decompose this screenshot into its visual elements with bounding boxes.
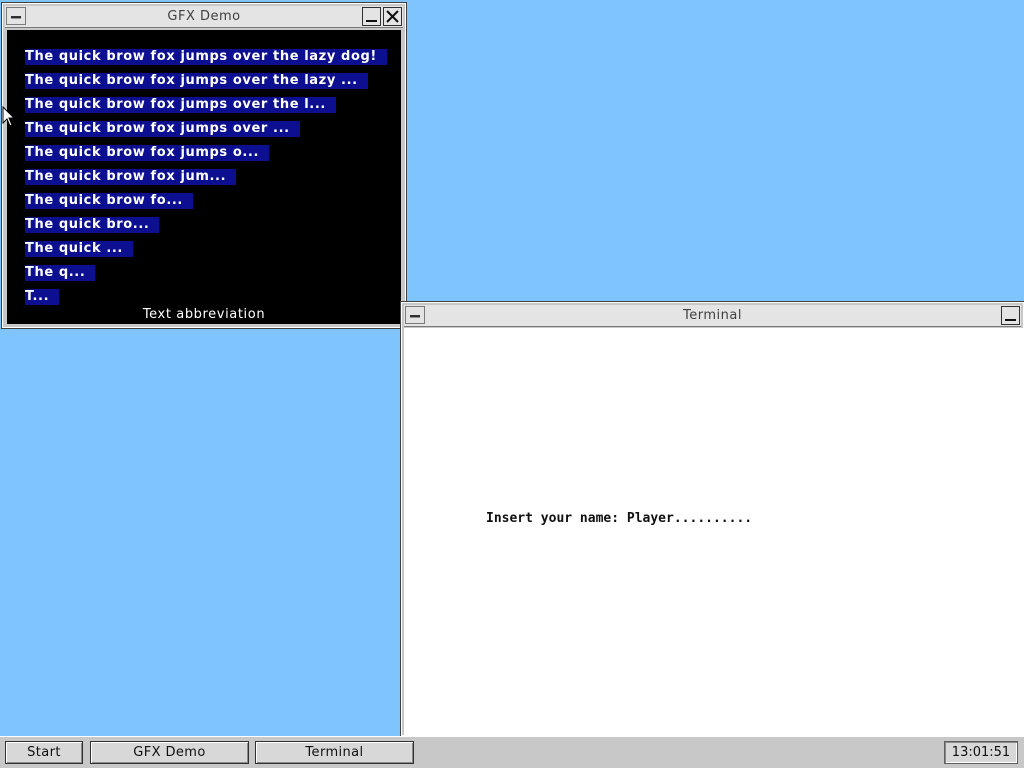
window-title: GFX Demo — [167, 9, 241, 24]
close-button[interactable] — [383, 7, 402, 26]
terminal-screen[interactable]: Insert your name: Player.......... — [404, 328, 1023, 735]
text-line: The quick brow fo... — [25, 193, 193, 209]
gfx-demo-titlebar[interactable]: GFX Demo — [5, 6, 403, 28]
text-line: The quick bro... — [25, 217, 160, 233]
text-line: The quick brow fox jumps o... — [25, 145, 270, 161]
text-line: The quick ... — [25, 241, 133, 257]
gfx-demo-window[interactable]: GFX Demo The quick brow fox jumps over t… — [1, 2, 407, 329]
start-button[interactable]: Start — [5, 741, 83, 764]
taskbar-item-gfx-demo[interactable]: GFX Demo — [90, 741, 249, 764]
gfx-demo-canvas: The quick brow fox jumps over the lazy d… — [7, 30, 401, 324]
clock: 13:01:51 — [944, 741, 1018, 764]
demo-caption: Text abbreviation — [142, 307, 266, 322]
text-line: The quick brow fox jumps over the l... — [25, 97, 336, 113]
text-line: The quick brow fox jumps over ... — [25, 121, 300, 137]
taskbar-item-terminal[interactable]: Terminal — [255, 741, 414, 764]
close-icon — [386, 10, 399, 23]
minimize-icon — [1005, 319, 1016, 321]
terminal-window[interactable]: Terminal Insert your name: Player.......… — [400, 301, 1024, 737]
terminal-titlebar[interactable]: Terminal — [404, 305, 1021, 327]
minimize-button[interactable] — [1001, 306, 1020, 325]
text-line: T... — [25, 289, 60, 305]
minimize-icon — [366, 20, 377, 22]
taskbar: Start GFX Demo Terminal 13:01:51 — [0, 736, 1024, 768]
window-title: Terminal — [683, 308, 742, 323]
text-line: The quick brow fox jumps over the lazy .… — [25, 73, 368, 89]
text-line: The quick brow fox jumps over the lazy d… — [25, 49, 387, 65]
mouse-cursor-icon — [2, 106, 16, 127]
minimize-button[interactable] — [362, 7, 381, 26]
name-prompt[interactable]: Insert your name: Player.......... — [486, 511, 752, 526]
text-line: The q... — [25, 265, 96, 281]
text-line: The quick brow fox jum... — [25, 169, 237, 185]
